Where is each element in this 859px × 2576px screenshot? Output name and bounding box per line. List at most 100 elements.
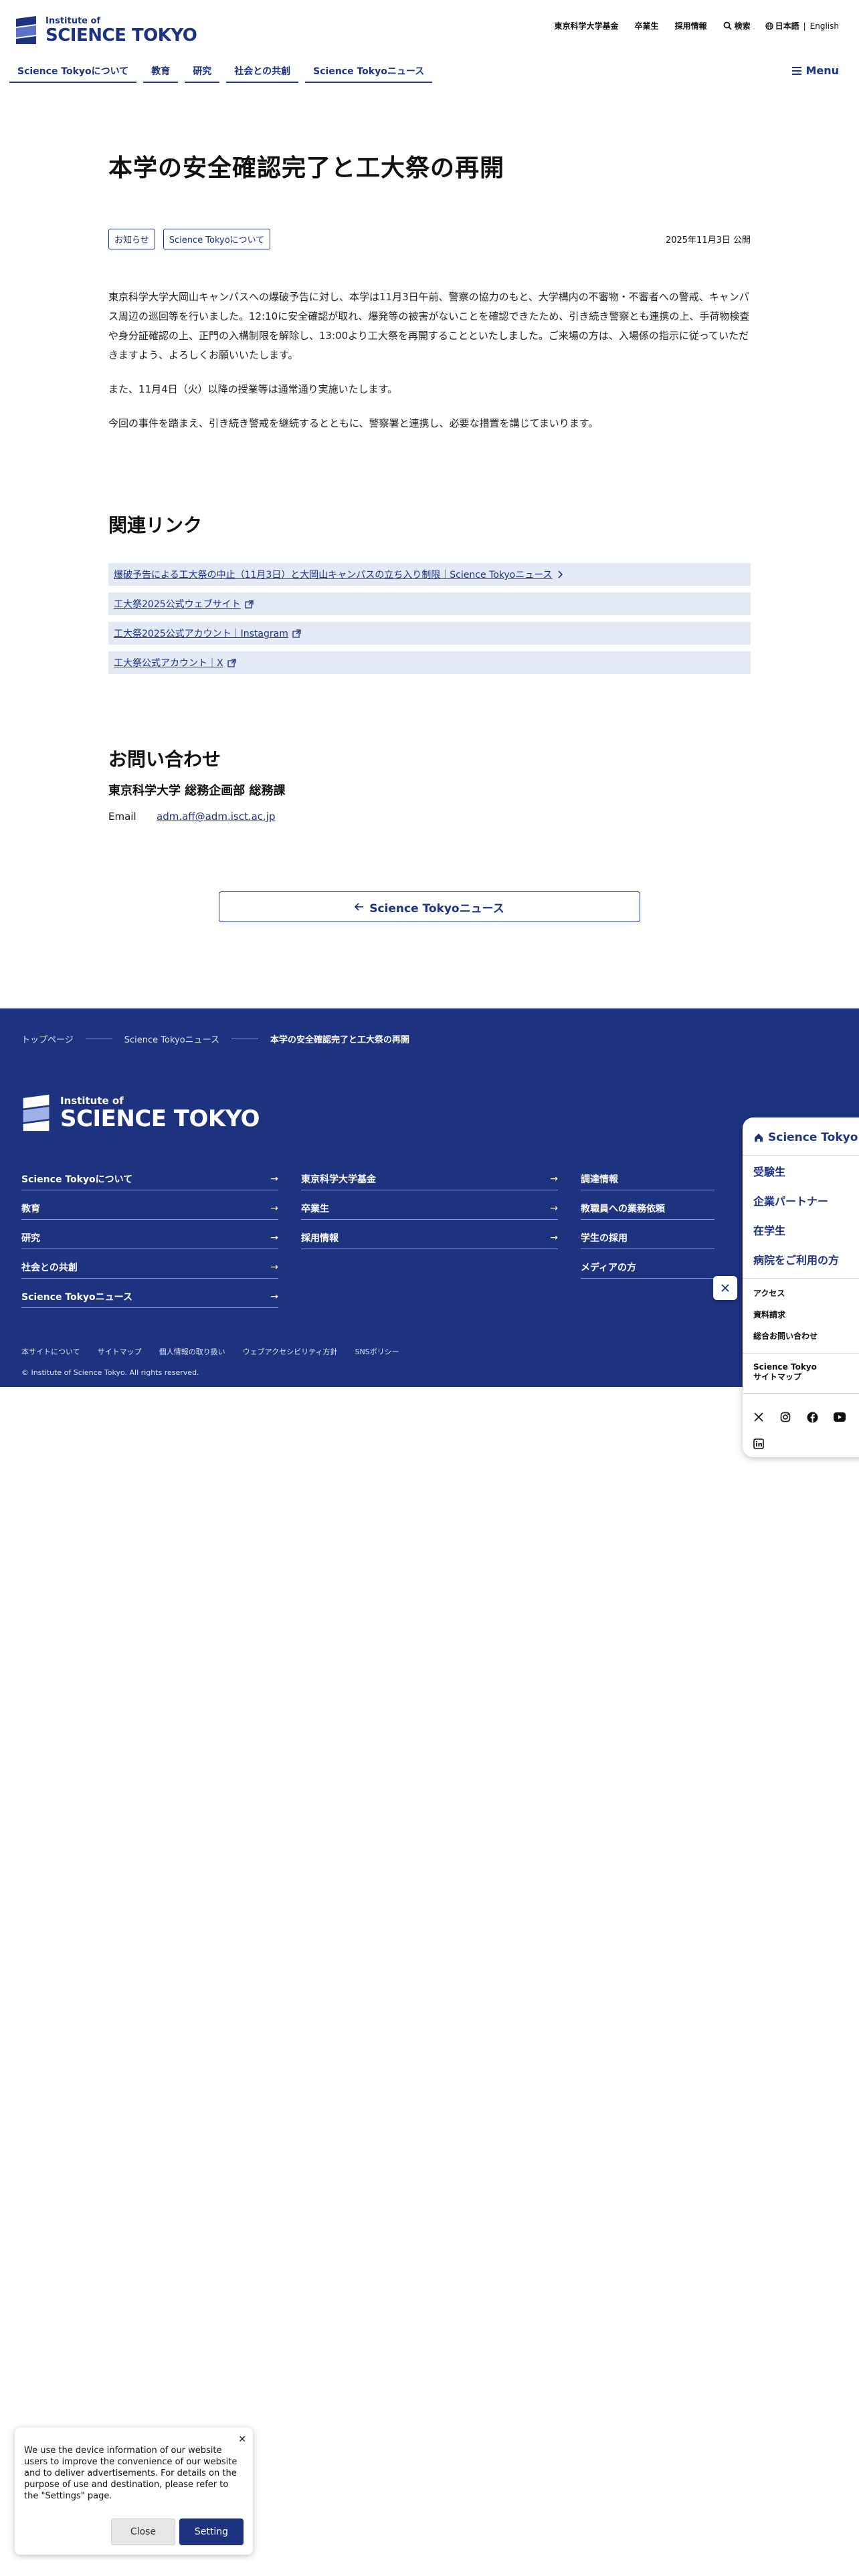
panel-item[interactable]: 病院をご利用の方: [753, 1251, 839, 1281]
footer-link[interactable]: 東京科学大学基金 →: [301, 1161, 558, 1190]
cookie-close-icon[interactable]: ✕: [238, 2434, 246, 2445]
tag-about[interactable]: Science Tokyoについて: [163, 229, 271, 249]
external-link-icon: [292, 629, 301, 638]
breadcrumb-top[interactable]: トップページ: [21, 1033, 74, 1045]
footer-sub-link[interactable]: 個人情報の取り扱い: [159, 1346, 225, 1357]
panel-audience-list: 受験生 企業パートナー 在学生 病院をご利用の方: [753, 1163, 839, 1281]
panel-sitemap-line2: サイトマップ: [753, 1372, 802, 1382]
breadcrumb-current: 本学の安全確認完了と工大祭の再開: [270, 1035, 410, 1045]
footer-col-main: Science Tokyoについて → 教育 → 研究 → 社会との共創 → Scien…: [21, 1161, 278, 1308]
footer-link[interactable]: 教職員への業務依頼: [581, 1190, 714, 1220]
panel-item[interactable]: 受験生: [753, 1163, 839, 1192]
search-label: 検索: [734, 21, 751, 31]
footer-link-label: 採用情報: [301, 1232, 339, 1244]
footer-link[interactable]: 採用情報 →: [301, 1220, 558, 1249]
news-button-label: Science Tokyoニュース: [369, 901, 504, 916]
footer-link[interactable]: 教育 →: [21, 1190, 278, 1220]
copyright: © Institute of Science Tokyo. All rights…: [21, 1368, 199, 1377]
menu-button[interactable]: Menu: [792, 64, 839, 77]
contact-organization: 東京科学大学 総務企画部 総務課: [108, 784, 286, 798]
panel-close-button[interactable]: [713, 1276, 737, 1300]
footer-sub-link[interactable]: ウェブアクセシビリティ方針: [243, 1346, 338, 1357]
article-tags: お知らせ Science Tokyoについて: [108, 229, 278, 249]
util-link-fund[interactable]: 東京科学大学基金: [555, 20, 619, 31]
contact-email-row: Email adm.aff@adm.isct.ac.jp: [108, 811, 276, 823]
site-logo[interactable]: Institute of SCIENCE TOKYO: [15, 13, 197, 47]
footer-link-label: 研究: [21, 1232, 40, 1244]
cookie-consent-dialog: ✕ We use the device information of our w…: [15, 2428, 253, 2555]
util-link-recruit[interactable]: 採用情報: [675, 20, 707, 31]
related-link-label: 工大祭2025公式ウェブサイト: [114, 599, 241, 610]
related-links-heading: 関連リンク: [108, 514, 203, 536]
footer-link-label: Science Tokyoニュース: [21, 1291, 132, 1303]
article-body: 東京科学大学大岡山キャンパスへの爆破予告に対し、本学は11月3日午前、警察の協力…: [108, 288, 751, 448]
globe-icon: [765, 21, 773, 30]
cookie-close-button[interactable]: Close: [111, 2518, 175, 2545]
home-icon: [755, 1134, 763, 1142]
lang-japanese[interactable]: 日本語: [775, 20, 799, 31]
footer-logo-big: SCIENCE TOKYO: [60, 1105, 260, 1132]
related-link[interactable]: 工大祭2025公式ウェブサイト: [108, 593, 751, 615]
breadcrumb: トップページ Science Tokyoニュース 本学の安全確認完了と工大祭の再…: [21, 1033, 409, 1045]
news-list-button[interactable]: Science Tokyoニュース: [219, 891, 640, 922]
x-icon[interactable]: [753, 1404, 780, 1430]
footer-link[interactable]: Science Tokyoについて →: [21, 1161, 278, 1190]
footer-link[interactable]: Science Tokyoニュース →: [21, 1279, 278, 1308]
instagram-icon[interactable]: [780, 1404, 807, 1430]
site-header: Institute of SCIENCE TOKYO 東京科学大学基金 卒業生 …: [0, 0, 859, 94]
lang-english[interactable]: English: [810, 21, 839, 31]
main-nav: Science Tokyoについて 教育 研究 社会との共創 Science T…: [9, 62, 439, 83]
panel-item[interactable]: 在学生: [753, 1222, 839, 1251]
arrow-right-icon: →: [550, 1232, 558, 1243]
article-paragraph: 東京科学大学大岡山キャンパスへの爆破予告に対し、本学は11月3日午前、警察の協力…: [108, 291, 750, 361]
panel-divider: [743, 1353, 859, 1354]
tag-notice[interactable]: お知らせ: [108, 229, 155, 249]
lang-separator: |: [803, 21, 806, 31]
language-switcher[interactable]: 日本語 | English: [765, 20, 839, 31]
footer-link-label: 教育: [21, 1203, 40, 1214]
youtube-icon[interactable]: [834, 1404, 859, 1430]
site-footer: トップページ Science Tokyoニュース 本学の安全確認完了と工大祭の再…: [0, 1008, 859, 1387]
close-icon: [721, 1284, 729, 1292]
panel-home-link[interactable]: Science Tokyo: [753, 1131, 858, 1144]
footer-link[interactable]: 学生の採用: [581, 1220, 714, 1249]
search-button[interactable]: 検索: [723, 20, 751, 31]
panel-contact-link[interactable]: 総合お問い合わせ: [753, 1330, 818, 1352]
footer-link[interactable]: 社会との共創 →: [21, 1249, 278, 1279]
related-link[interactable]: 工大祭2025公式アカウント｜Instagram: [108, 622, 751, 645]
linkedin-icon[interactable]: [753, 1430, 780, 1457]
search-icon: [723, 21, 732, 30]
nav-education[interactable]: 教育: [143, 62, 179, 83]
footer-link[interactable]: 研究 →: [21, 1220, 278, 1249]
related-link[interactable]: 爆破予告による工大祭の中止（11月3日）と大岡山キャンパスの立ち入り制限｜Sci…: [108, 563, 751, 586]
external-link-icon: [227, 658, 236, 667]
email-link[interactable]: adm.aff@adm.isct.ac.jp: [157, 811, 276, 823]
panel-divider: [743, 1393, 859, 1394]
footer-link[interactable]: 調達情報: [581, 1161, 714, 1190]
chevron-right-icon: [557, 570, 563, 578]
footer-sub-link[interactable]: SNSポリシー: [355, 1346, 399, 1357]
utility-nav: 東京科学大学基金 卒業生 採用情報 検索 日本語 | English: [539, 20, 839, 31]
nav-news[interactable]: Science Tokyoニュース: [305, 62, 433, 83]
nav-research[interactable]: 研究: [185, 62, 220, 83]
panel-sitemap-line1: Science Tokyo: [753, 1362, 817, 1372]
breadcrumb-news[interactable]: Science Tokyoニュース: [124, 1033, 219, 1045]
email-label: Email: [108, 811, 136, 823]
panel-access-link[interactable]: アクセス: [753, 1287, 818, 1309]
panel-brochure-link[interactable]: 資料請求: [753, 1309, 818, 1330]
arrow-right-icon: →: [270, 1173, 278, 1184]
footer-sub-link[interactable]: 本サイトについて: [21, 1346, 80, 1357]
nav-society[interactable]: 社会との共創: [226, 62, 299, 83]
util-link-alumni[interactable]: 卒業生: [635, 20, 659, 31]
footer-sub-link[interactable]: サイトマップ: [98, 1346, 142, 1357]
footer-logo[interactable]: Institute of SCIENCE TOKYO: [21, 1093, 260, 1133]
footer-link[interactable]: 卒業生 →: [301, 1190, 558, 1220]
footer-link[interactable]: メディアの方: [581, 1249, 714, 1279]
panel-sitemap-link[interactable]: Science Tokyo サイトマップ: [753, 1362, 817, 1382]
panel-item[interactable]: 企業パートナー: [753, 1192, 839, 1222]
cookie-setting-button[interactable]: Setting: [179, 2518, 244, 2545]
facebook-icon[interactable]: [807, 1404, 834, 1430]
related-link[interactable]: 工大祭公式アカウント｜X: [108, 651, 751, 674]
nav-about[interactable]: Science Tokyoについて: [9, 62, 137, 83]
footer-link-label: 卒業生: [301, 1203, 329, 1214]
